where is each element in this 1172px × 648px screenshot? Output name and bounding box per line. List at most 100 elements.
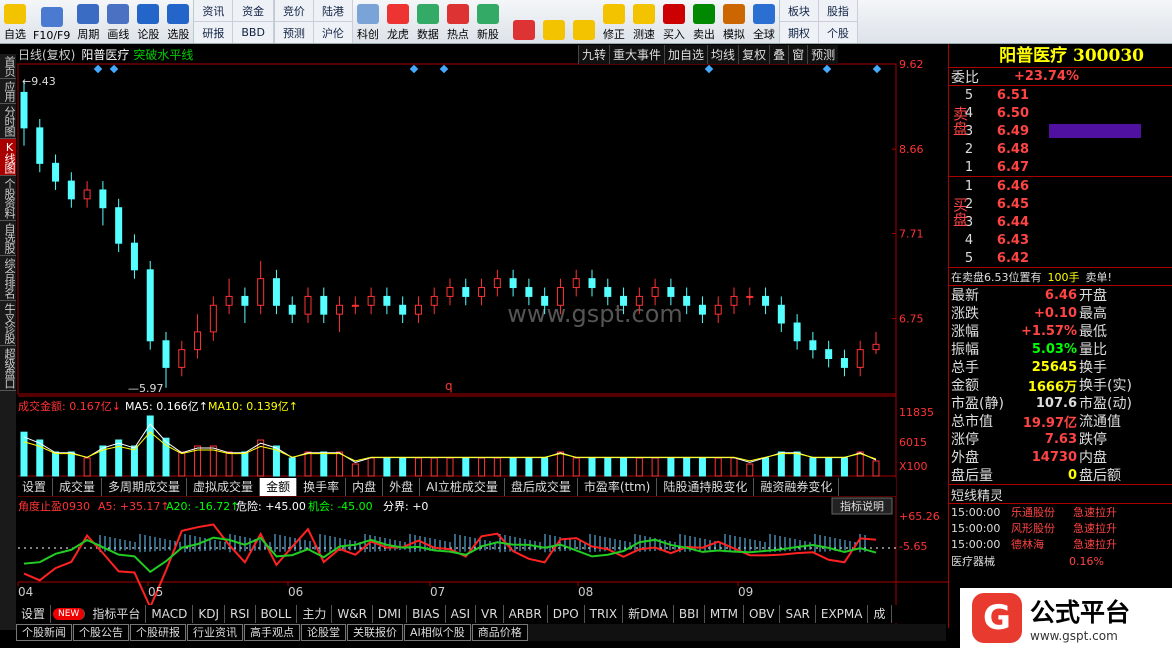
indicator-tab[interactable]: ARBR bbox=[504, 605, 548, 623]
volume-tab[interactable]: 金额 bbox=[260, 478, 298, 496]
indicator-tab[interactable]: SAR bbox=[780, 605, 816, 623]
volume-tab[interactable]: 外盘 bbox=[383, 478, 421, 496]
indicator-tab[interactable]: BBI bbox=[674, 605, 705, 623]
indicator-tab[interactable]: 设置 bbox=[16, 605, 52, 623]
sprite-row[interactable]: 15:00:00 德林海 急速拉升 bbox=[949, 536, 1172, 552]
volume-tab[interactable]: 设置 bbox=[16, 478, 54, 496]
volume-tab[interactable]: 内盘 bbox=[346, 478, 384, 496]
indicator-tab[interactable]: BIAS bbox=[407, 605, 446, 623]
event-marker-icon[interactable] bbox=[704, 64, 714, 74]
toolbar-button-fix[interactable]: 修正 bbox=[599, 0, 629, 43]
chart-menu-item[interactable]: 窗 bbox=[788, 45, 807, 64]
indicator-tab[interactable]: ASI bbox=[446, 605, 477, 623]
news-tab[interactable]: 商品价格 bbox=[471, 624, 528, 641]
toolbar-grid-auction-item[interactable]: 陆港 bbox=[313, 0, 353, 22]
indicator-tab[interactable]: 新DMA bbox=[623, 605, 674, 623]
toolbar-button-up-down[interactable] bbox=[569, 0, 599, 43]
news-tab[interactable]: AI相似个股 bbox=[404, 624, 471, 641]
sprite-row[interactable]: 15:00:00 乐通股份 急速拉升 bbox=[949, 504, 1172, 520]
book-price[interactable]: 6.51 bbox=[979, 88, 1029, 103]
sprite-row[interactable]: 15:00:00 风形股份 急速拉升 bbox=[949, 520, 1172, 536]
toolbar-button-buy[interactable]: 买入 bbox=[659, 0, 689, 43]
toolbar-button-back-arrow[interactable] bbox=[539, 0, 569, 43]
volume-tab[interactable]: 陆股通持股变化 bbox=[657, 478, 755, 496]
toolbar-button-hot[interactable]: 热点 bbox=[443, 0, 473, 43]
toolbar-grid-info-item[interactable]: 资金 bbox=[233, 0, 274, 22]
indicator-tab[interactable]: BOLL bbox=[256, 605, 298, 623]
volume-tab[interactable]: 虚拟成交量 bbox=[187, 478, 261, 496]
volume-tab[interactable]: 融资融券变化 bbox=[754, 478, 840, 496]
indicator-tab[interactable]: 指标平台 bbox=[87, 605, 147, 623]
sprite-title[interactable]: 短线精灵 bbox=[949, 485, 1003, 504]
indicator-tab[interactable]: 主力 bbox=[297, 605, 333, 623]
indicator-tab[interactable]: VR bbox=[476, 605, 504, 623]
indicator-tab[interactable]: OBV bbox=[744, 605, 781, 623]
toolbar-button-tiles[interactable] bbox=[509, 0, 539, 43]
toolbar-button-f10[interactable]: F10/F9 bbox=[30, 0, 73, 43]
indicator-tab[interactable]: TRIX bbox=[585, 605, 624, 623]
news-tab[interactable]: 个股研报 bbox=[130, 624, 186, 641]
toolbar-grid-auction-item[interactable]: 沪伦 bbox=[313, 22, 353, 43]
toolbar-grid-info-item[interactable]: 研报 bbox=[194, 22, 234, 43]
toolbar-grid-auction-item[interactable]: 预测 bbox=[274, 22, 314, 43]
toolbar-grid-market-item[interactable]: 期权 bbox=[779, 22, 819, 43]
news-tab[interactable]: 行业资讯 bbox=[187, 624, 243, 641]
volume-tab[interactable]: 市盈率(ttm) bbox=[578, 478, 658, 496]
toolbar-grid-auction-item[interactable]: 竞价 bbox=[274, 0, 314, 22]
news-tab[interactable]: 关联报价 bbox=[347, 624, 403, 641]
volume-tab[interactable]: 多周期成交量 bbox=[102, 478, 188, 496]
news-tab[interactable]: 个股公告 bbox=[73, 624, 129, 641]
chart-menu-item[interactable]: 预测 bbox=[807, 45, 838, 64]
chart-menu-item[interactable]: 重大事件 bbox=[609, 45, 664, 64]
toolbar-button-simulate[interactable]: 模拟 bbox=[719, 0, 749, 43]
toolbar-button-new-stock[interactable]: 新股 bbox=[473, 0, 503, 43]
event-marker-icon[interactable] bbox=[822, 64, 832, 74]
news-tab[interactable]: 高手观点 bbox=[244, 624, 300, 641]
chart-menu-item[interactable]: 加自选 bbox=[664, 45, 707, 64]
toolbar-grid-market-item[interactable]: 板块 bbox=[779, 0, 819, 22]
toolbar-button-speed[interactable]: 测速 bbox=[629, 0, 659, 43]
toolbar-grid-info-item[interactable]: BBD bbox=[233, 22, 274, 43]
toolbar-button-select-stock[interactable]: 选股 bbox=[163, 0, 193, 43]
chart-indicator-name[interactable]: 突破水平线 bbox=[133, 46, 193, 63]
chart-period-title[interactable]: 日线(复权) bbox=[18, 46, 75, 63]
event-marker-icon[interactable] bbox=[872, 64, 882, 74]
event-marker-icon[interactable] bbox=[109, 64, 119, 74]
book-price[interactable]: 6.48 bbox=[979, 142, 1029, 157]
news-tab[interactable]: 个股新闻 bbox=[16, 624, 72, 641]
toolbar-button-discuss[interactable]: 论股 bbox=[133, 0, 163, 43]
toolbar-button-kechuang[interactable]: 科创 bbox=[353, 0, 383, 43]
toolbar-button-pen[interactable]: 画线 bbox=[103, 0, 133, 43]
toolbar-button-sell[interactable]: 卖出 bbox=[689, 0, 719, 43]
indicator-tab[interactable]: EXPMA bbox=[816, 605, 869, 623]
chart-menu-item[interactable]: 复权 bbox=[738, 45, 769, 64]
indicator-tab[interactable]: KDJ bbox=[193, 605, 225, 623]
chart-menu-item[interactable]: 叠 bbox=[769, 45, 788, 64]
indicator-tab[interactable]: W&R bbox=[332, 605, 373, 623]
book-price[interactable]: 6.45 bbox=[979, 197, 1029, 212]
event-marker-icon[interactable] bbox=[439, 64, 449, 74]
book-price[interactable]: 6.44 bbox=[979, 215, 1029, 230]
toolbar-grid-info-item[interactable]: 资讯 bbox=[194, 0, 234, 22]
toolbar-grid-market-item[interactable]: 个股 bbox=[818, 22, 858, 43]
volume-tab[interactable]: AI立桩成交量 bbox=[420, 478, 505, 496]
toolbar-button-pe[interactable]: 数据 bbox=[413, 0, 443, 43]
indicator-tab[interactable]: DPO bbox=[548, 605, 585, 623]
event-marker-icon[interactable] bbox=[409, 64, 419, 74]
toolbar-button-globe[interactable]: 全球 bbox=[749, 0, 779, 43]
toolbar-button-clock[interactable]: 周期 bbox=[73, 0, 103, 43]
book-price[interactable]: 6.49 bbox=[979, 124, 1029, 139]
book-price[interactable]: 6.50 bbox=[979, 106, 1029, 121]
indicator-tab[interactable]: DMI bbox=[373, 605, 408, 623]
chart-menu-item[interactable]: 均线 bbox=[707, 45, 738, 64]
book-price[interactable]: 6.46 bbox=[979, 179, 1029, 194]
volume-tab[interactable]: 换手率 bbox=[297, 478, 347, 496]
volume-tab[interactable]: 成交量 bbox=[53, 478, 103, 496]
event-marker-icon[interactable] bbox=[93, 64, 103, 74]
new-badge[interactable]: NEW bbox=[53, 608, 86, 620]
book-price[interactable]: 6.47 bbox=[979, 160, 1029, 175]
volume-tab[interactable]: 盘后成交量 bbox=[505, 478, 578, 496]
indicator-tab[interactable]: 成 bbox=[868, 605, 892, 623]
indicator-tab[interactable]: MTM bbox=[705, 605, 744, 623]
toolbar-grid-market-item[interactable]: 股指 bbox=[818, 0, 858, 22]
